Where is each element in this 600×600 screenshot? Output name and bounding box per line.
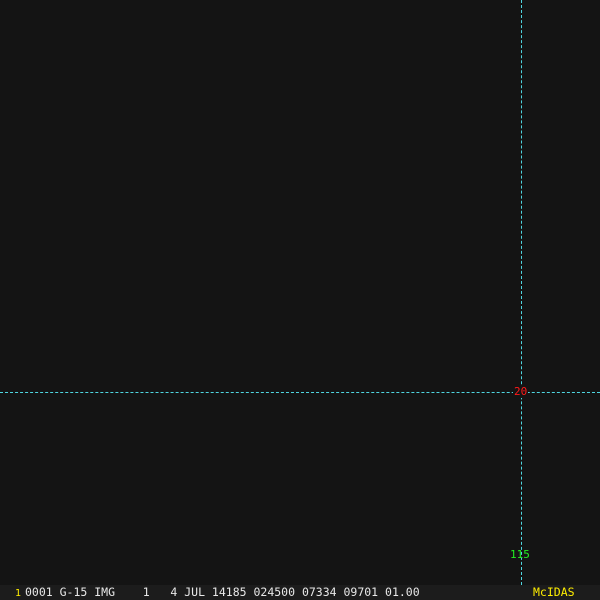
mcidas-viewer: 20 115 1 0001 G-15 IMG 1 4 JUL 14185 024… <box>0 0 600 600</box>
longitude-grid-line <box>521 0 522 585</box>
frame-number: 1 <box>15 588 22 599</box>
latitude-grid-line <box>0 392 600 393</box>
mcidas-brand: McIDAS <box>533 585 575 599</box>
image-info: 0001 G-15 IMG 1 4 JUL 14185 024500 07334… <box>25 585 420 599</box>
longitude-label: 115 <box>510 548 530 561</box>
latitude-label: 20 <box>513 385 529 398</box>
status-bar: 1 0001 G-15 IMG 1 4 JUL 14185 024500 073… <box>0 585 600 600</box>
satellite-image[interactable] <box>0 0 600 585</box>
